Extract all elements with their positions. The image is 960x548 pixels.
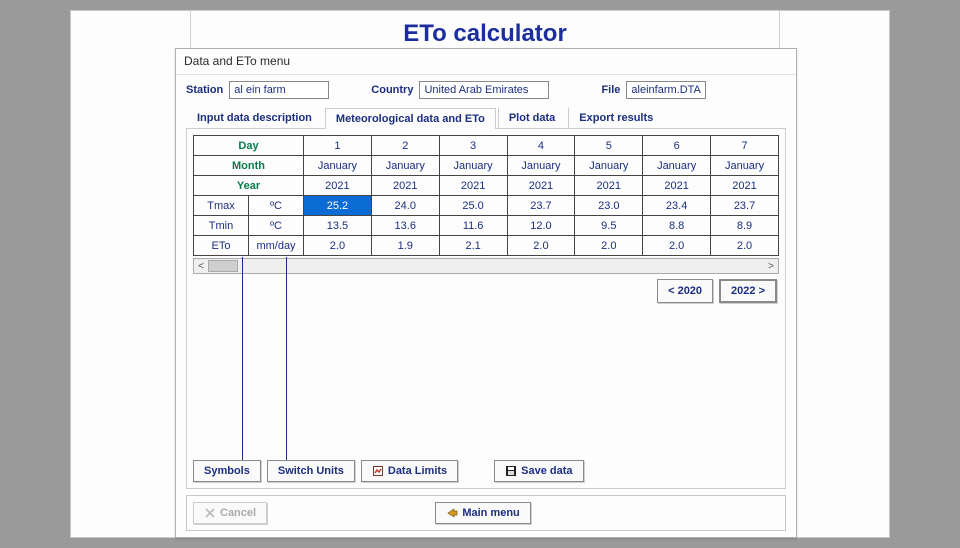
grid-hdr-day: Day	[194, 136, 304, 156]
row-label-eto: ETo	[194, 236, 249, 256]
horizontal-scrollbar[interactable]: < >	[193, 258, 779, 274]
cell-eto-5[interactable]: 2.0	[575, 236, 643, 256]
grid-day-1: 1	[304, 136, 372, 156]
switch-units-button[interactable]: Switch Units	[267, 460, 355, 482]
grid-day-7: 7	[711, 136, 779, 156]
data-limits-button[interactable]: Data Limits	[361, 460, 458, 482]
grid-day-6: 6	[643, 136, 711, 156]
cell-eto-1[interactable]: 2.0	[304, 236, 372, 256]
cell-tmax-4[interactable]: 23.7	[507, 196, 575, 216]
grid-row-tmax: Tmax ºC 25.2 24.0 25.0 23.7 23.0 23.4 23…	[194, 196, 779, 216]
grid-day-5: 5	[575, 136, 643, 156]
cancel-label: Cancel	[220, 507, 256, 519]
station-label: Station	[186, 84, 223, 96]
cell-tmax-5[interactable]: 23.0	[575, 196, 643, 216]
save-data-label: Save data	[521, 465, 572, 477]
row-unit-eto: mm/day	[249, 236, 304, 256]
tab-export-results[interactable]: Export results	[568, 107, 664, 128]
data-eto-dialog: Data and ETo menu Station Country File I…	[175, 48, 797, 538]
row-unit-tmin: ºC	[249, 216, 304, 236]
app-title: ETo calculator	[190, 10, 780, 50]
grid-row-month: Month January January January January Ja…	[194, 156, 779, 176]
grid-row-eto: ETo mm/day 2.0 1.9 2.1 2.0 2.0 2.0 2.0	[194, 236, 779, 256]
cell-tmin-7[interactable]: 8.9	[711, 216, 779, 236]
cell-tmax-2[interactable]: 24.0	[371, 196, 439, 216]
main-menu-icon	[446, 507, 458, 519]
cell-tmin-1[interactable]: 13.5	[304, 216, 372, 236]
data-grid: Day 1 2 3 4 5 6 7 Month January January …	[193, 135, 779, 256]
scroll-thumb[interactable]	[208, 260, 238, 272]
cell-tmax-1[interactable]: 25.2	[304, 196, 372, 216]
cancel-button: Cancel	[193, 502, 267, 524]
cell-eto-4[interactable]: 2.0	[507, 236, 575, 256]
dialog-footer: Cancel Main menu	[186, 495, 786, 531]
country-input[interactable]	[419, 81, 549, 99]
cell-eto-7[interactable]: 2.0	[711, 236, 779, 256]
grid-day-3: 3	[439, 136, 507, 156]
grid-hdr-month: Month	[194, 156, 304, 176]
save-icon	[505, 465, 517, 477]
year-nav: < 2020 2022 >	[657, 279, 777, 303]
cell-tmin-4[interactable]: 12.0	[507, 216, 575, 236]
content-button-row: Symbols Switch Units Data Limits Save da…	[193, 460, 584, 482]
grid-row-day: Day 1 2 3 4 5 6 7	[194, 136, 779, 156]
tab-meteo-eto[interactable]: Meteorological data and ETo	[325, 108, 496, 129]
symbols-button[interactable]: Symbols	[193, 460, 261, 482]
tab-bar: Input data description Meteorological da…	[186, 107, 786, 129]
cell-tmin-3[interactable]: 11.6	[439, 216, 507, 236]
scroll-right-icon[interactable]: >	[764, 261, 778, 272]
cell-eto-6[interactable]: 2.0	[643, 236, 711, 256]
divider-lines	[242, 257, 302, 469]
data-limits-label: Data Limits	[388, 465, 447, 477]
station-input[interactable]	[229, 81, 329, 99]
main-menu-button[interactable]: Main menu	[435, 502, 530, 524]
cell-tmin-5[interactable]: 9.5	[575, 216, 643, 236]
cell-tmax-3[interactable]: 25.0	[439, 196, 507, 216]
cell-tmin-6[interactable]: 8.8	[643, 216, 711, 236]
prev-year-button[interactable]: < 2020	[657, 279, 713, 303]
grid-day-2: 2	[371, 136, 439, 156]
cell-tmax-6[interactable]: 23.4	[643, 196, 711, 216]
tab-content: Day 1 2 3 4 5 6 7 Month January January …	[186, 129, 786, 489]
tab-plot-data[interactable]: Plot data	[498, 107, 566, 128]
cell-tmin-2[interactable]: 13.6	[371, 216, 439, 236]
row-label-tmax: Tmax	[194, 196, 249, 216]
grid-hdr-year: Year	[194, 176, 304, 196]
station-info-row: Station Country File	[186, 81, 786, 99]
cancel-icon	[204, 507, 216, 519]
row-unit-tmax: ºC	[249, 196, 304, 216]
cell-tmax-7[interactable]: 23.7	[711, 196, 779, 216]
cell-eto-3[interactable]: 2.1	[439, 236, 507, 256]
main-menu-label: Main menu	[462, 507, 519, 519]
row-label-tmin: Tmin	[194, 216, 249, 236]
scroll-left-icon[interactable]: <	[194, 261, 208, 272]
grid-day-4: 4	[507, 136, 575, 156]
next-year-button[interactable]: 2022 >	[719, 279, 777, 303]
tab-input-description[interactable]: Input data description	[186, 107, 323, 128]
cell-eto-2[interactable]: 1.9	[371, 236, 439, 256]
grid-row-year: Year 2021 2021 2021 2021 2021 2021 2021	[194, 176, 779, 196]
country-label: Country	[371, 84, 413, 96]
grid-row-tmin: Tmin ºC 13.5 13.6 11.6 12.0 9.5 8.8 8.9	[194, 216, 779, 236]
dialog-title: Data and ETo menu	[176, 49, 796, 75]
file-input[interactable]	[626, 81, 706, 99]
save-data-button[interactable]: Save data	[494, 460, 583, 482]
data-limits-icon	[372, 465, 384, 477]
file-label: File	[601, 84, 620, 96]
